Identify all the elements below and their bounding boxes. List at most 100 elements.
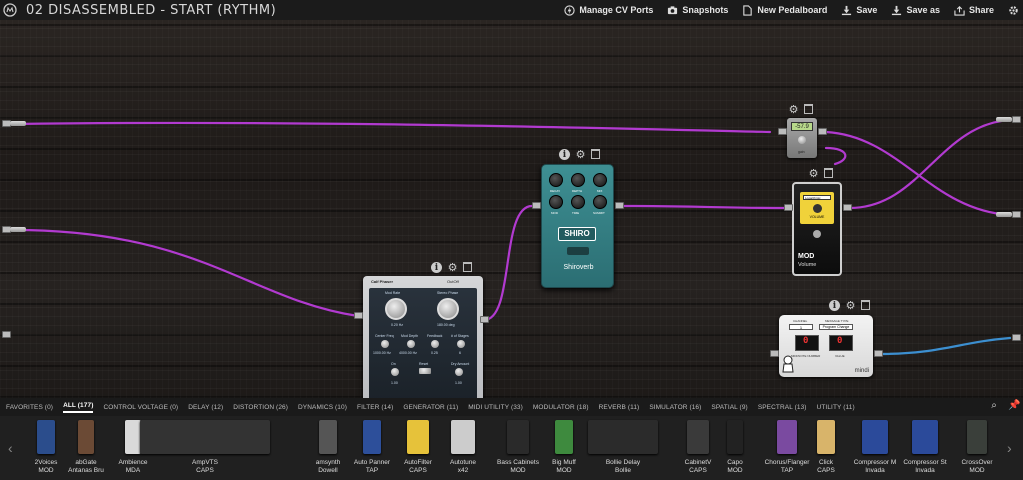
volume-curve-select[interactable]: Logarithmic <box>803 195 831 200</box>
trash-icon[interactable] <box>824 168 833 178</box>
knob-dry-amount[interactable] <box>455 368 463 376</box>
knob-on[interactable] <box>391 368 399 376</box>
category-tab[interactable]: GENERATOR (11) <box>403 404 458 411</box>
mod-volume-pedal[interactable]: Logarithmic VOLUME MOD Volume <box>792 182 842 276</box>
knob-label: TIME <box>572 211 580 215</box>
gear-icon[interactable]: ⚙ <box>845 300 856 312</box>
save-as-icon <box>892 5 902 15</box>
scroll-left-icon[interactable]: ‹ <box>8 440 13 456</box>
settings-button[interactable] <box>1008 5 1019 16</box>
category-tab[interactable]: DYNAMICS (10) <box>298 404 347 411</box>
gear-icon[interactable]: ⚙ <box>447 262 458 274</box>
snapshots-button[interactable]: Snapshots <box>667 5 728 16</box>
knob-summit[interactable] <box>593 195 607 209</box>
info-icon[interactable]: i <box>829 300 840 311</box>
volume-output-jack[interactable] <box>843 204 852 211</box>
category-tab[interactable]: ALL (177) <box>63 402 94 413</box>
trash-icon[interactable] <box>591 149 600 159</box>
calf-phaser-pedal[interactable]: Calf Phaser OutOff Mod Rate Stereo Phase… <box>363 276 483 398</box>
shiroverb-pedal[interactable]: DECAY DEPTH MIX MOD TIME SUMMIT SHIRO Sh… <box>541 164 614 288</box>
calf-label: 1.00 <box>455 381 462 385</box>
mindi-controls: i ⚙ <box>829 300 870 312</box>
category-tab[interactable]: SIMULATOR (16) <box>649 404 701 411</box>
shiro-output-jack[interactable] <box>615 202 624 209</box>
knob-gain[interactable] <box>798 136 806 144</box>
info-icon[interactable]: i <box>559 149 570 160</box>
output-jack-1[interactable] <box>1012 116 1021 123</box>
footswitch[interactable] <box>813 230 821 238</box>
reset-button[interactable] <box>419 368 431 374</box>
plugin-thumbnail <box>451 420 475 454</box>
save-as-button[interactable]: Save as <box>891 5 940 16</box>
mindi-plugin[interactable]: CHANNEL MESSAGE TYPE 1 Program Change 0 … <box>779 315 873 377</box>
knob-center-freq[interactable] <box>381 340 389 348</box>
knob-mix[interactable] <box>593 173 607 187</box>
knob-mod-rate[interactable] <box>385 298 407 320</box>
volume-input-jack[interactable] <box>784 204 793 211</box>
output-jack-2[interactable] <box>1012 211 1021 218</box>
category-tab[interactable]: MIDI UTILITY (33) <box>468 404 523 411</box>
trash-icon[interactable] <box>804 104 813 114</box>
category-tab[interactable]: CONTROL VOLTAGE (0) <box>103 404 178 411</box>
shiro-brand-logo: SHIRO <box>558 227 596 241</box>
input-plug-1[interactable] <box>10 121 26 126</box>
plugin-thumbnail <box>817 420 835 454</box>
knob-label: DEPTH <box>572 189 583 193</box>
calf-output-jack[interactable] <box>480 316 489 323</box>
scroll-right-icon[interactable]: › <box>1007 440 1012 456</box>
share-label: Share <box>968 5 994 15</box>
category-tab[interactable]: DELAY (12) <box>188 404 223 411</box>
pedalboard-canvas[interactable]: i ⚙ DECAY DEPTH MIX MOD TIME SUMMIT SHIR… <box>0 20 1023 398</box>
gain-output-jack[interactable] <box>818 128 827 135</box>
new-pedalboard-button[interactable]: New Pedalboard <box>742 4 827 16</box>
category-tabs: FAVORITES (0) ALL (177) CONTROL VOLTAGE (0… <box>0 398 1023 416</box>
knob-decay[interactable] <box>549 173 563 187</box>
gear-icon[interactable]: ⚙ <box>808 168 819 180</box>
category-tab[interactable]: DISTORTION (26) <box>233 404 288 411</box>
category-tab[interactable]: UTILITY (11) <box>817 404 855 411</box>
output-plug-1[interactable] <box>996 117 1012 122</box>
channel-select[interactable]: 1 <box>789 324 813 330</box>
knob-volume[interactable] <box>813 204 822 213</box>
message-type-select[interactable]: Program Change <box>819 324 853 330</box>
calf-label: Center Freq <box>375 334 394 338</box>
knob-mod-depth[interactable] <box>407 340 415 348</box>
gear-icon[interactable]: ⚙ <box>575 149 586 161</box>
category-tab[interactable]: REVERB (11) <box>599 404 640 411</box>
gear-icon[interactable]: ⚙ <box>788 104 799 116</box>
category-tab[interactable]: FAVORITES (0) <box>6 404 53 411</box>
midi-output-jack[interactable] <box>1012 334 1021 341</box>
gain-input-jack[interactable] <box>778 128 787 135</box>
mindi-output-jack[interactable] <box>874 350 883 357</box>
share-button[interactable]: Share <box>954 5 994 16</box>
search-icon[interactable]: ⌕ <box>988 400 1000 412</box>
category-tab[interactable]: FILTER (14) <box>357 404 393 411</box>
input-plug-2[interactable] <box>10 227 26 232</box>
info-icon[interactable]: i <box>431 262 442 273</box>
trash-icon[interactable] <box>463 262 472 272</box>
knob-predelay[interactable] <box>549 195 563 209</box>
category-tab[interactable]: MODULATOR (18) <box>533 404 589 411</box>
plugin-thumbnail <box>912 420 938 454</box>
save-button[interactable]: Save <box>841 5 877 16</box>
knob-depth[interactable] <box>571 173 585 187</box>
calf-label: 0.20 Hz <box>391 323 404 327</box>
knob-time[interactable] <box>571 195 585 209</box>
shiro-input-jack[interactable] <box>532 202 541 209</box>
pin-icon[interactable]: 📌 <box>1008 400 1020 412</box>
output-plug-2[interactable] <box>996 212 1012 217</box>
mindi-input-jack[interactable] <box>770 350 779 357</box>
manage-cv-ports-button[interactable]: Manage CV Ports <box>564 4 653 16</box>
knob-stages[interactable] <box>457 340 465 348</box>
trash-icon[interactable] <box>861 300 870 310</box>
knob-stereo-phase[interactable] <box>437 298 459 320</box>
knob-feedback[interactable] <box>431 340 439 348</box>
calf-input-jack[interactable] <box>354 312 363 319</box>
footswitch[interactable] <box>567 247 589 255</box>
category-tab[interactable]: SPECTRAL (13) <box>758 404 807 411</box>
gain-plugin[interactable]: -57.9 gain <box>787 118 817 158</box>
category-tab[interactable]: SPATIAL (9) <box>711 404 747 411</box>
input-jack-3[interactable] <box>2 331 11 338</box>
mod-logo-icon[interactable] <box>0 0 20 20</box>
calf-label: On <box>391 362 396 366</box>
